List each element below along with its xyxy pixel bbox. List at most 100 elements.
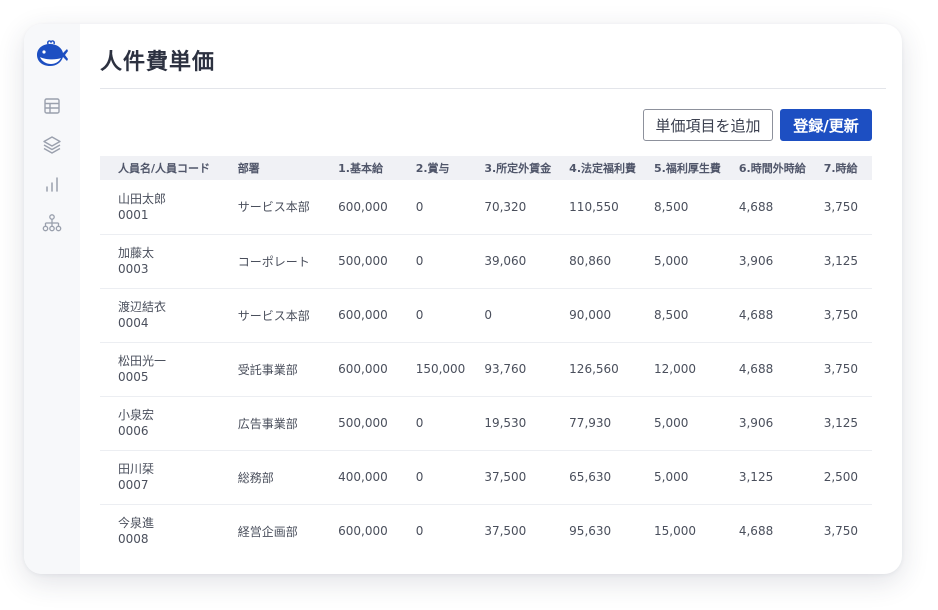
- title-divider: [100, 88, 886, 89]
- cell-bonus: 150,000: [397, 342, 467, 397]
- column-header-hourly[interactable]: 7.時給: [805, 156, 872, 180]
- cell-legal-welfare: 110,550: [551, 180, 637, 235]
- table-row[interactable]: 小泉宏 0006 広告事業部 500,000 0 19,530 77,930 5,…: [100, 396, 872, 451]
- cell-overtime-wage: 70,320: [466, 180, 552, 235]
- cell-base-salary: 600,000: [338, 524, 388, 539]
- cell-hourly: 2,500: [805, 450, 872, 505]
- register-update-button[interactable]: 登録/更新: [780, 109, 872, 141]
- labor-cost-table: 人員名/人員コード 部署 1.基本給 2.賞与 3.所定外賃金 4.法定福利費 …: [100, 156, 872, 558]
- whale-logo-icon[interactable]: [34, 40, 70, 70]
- employee-name: 松田光一: [118, 354, 167, 368]
- employee-code: 0004: [118, 316, 149, 330]
- cell-hourly: 3,750: [805, 180, 872, 235]
- main-content: 人件費単価 単価項目を追加 登録/更新 人員名/人員コード 部署 1.基本給 2…: [100, 24, 886, 574]
- column-header-welfare[interactable]: 5.福利厚生費: [636, 156, 721, 180]
- add-price-item-button[interactable]: 単価項目を追加: [643, 109, 773, 141]
- cell-overtime-wage: 39,060: [466, 234, 552, 289]
- cell-base-salary: 500,000: [320, 234, 398, 289]
- layers-icon[interactable]: [41, 134, 63, 156]
- cell-legal-welfare: 126,560: [551, 342, 637, 397]
- cell-overtime-hourly: 4,688: [720, 180, 806, 235]
- cell-bonus: 0: [397, 180, 467, 235]
- cell-bonus: 0: [397, 396, 467, 451]
- cell-welfare: 8,500: [636, 288, 721, 343]
- cell-base-salary: 500,000: [320, 396, 398, 451]
- cell-base-salary: 400,000: [320, 450, 398, 505]
- employee-name: 渡辺結衣: [118, 300, 167, 314]
- cell-overtime-hourly: 4,688: [720, 342, 806, 397]
- cell-dept: サービス本部: [219, 180, 321, 235]
- cell-overtime-hourly: 4,688: [720, 288, 806, 343]
- cell-overtime-hourly: 3,906: [720, 234, 806, 289]
- bar-chart-icon[interactable]: [41, 173, 63, 195]
- employee-code: 0001: [118, 207, 149, 222]
- sidebar: [24, 24, 80, 574]
- cell-legal-welfare: 95,630: [569, 524, 612, 539]
- column-header-dept[interactable]: 部署: [219, 156, 321, 180]
- cell-name-code: 小泉宏 0006: [100, 396, 220, 451]
- cell-legal-welfare: 65,630: [551, 450, 637, 505]
- table-row[interactable]: 山田太郎 0001 サービス本部 600,000 0 70,320 110,550…: [100, 180, 872, 235]
- cell-legal-welfare: 90,000: [551, 288, 637, 343]
- employee-name: 小泉宏: [118, 408, 155, 422]
- cell-name-code: 今泉進 0008: [100, 504, 220, 558]
- cell-dept: 広告事業部: [219, 396, 321, 451]
- table-row[interactable]: 加藤太 0003 コーポレート 500,000 0 39,060 80,860 5…: [100, 234, 872, 289]
- cell-legal-welfare: 80,860: [551, 234, 637, 289]
- employee-name: 山田太郎: [118, 191, 167, 206]
- column-header-base-salary[interactable]: 1.基本給: [320, 156, 398, 180]
- column-header-name[interactable]: 人員名/人員コード: [100, 156, 220, 180]
- column-header-overtime-wage[interactable]: 3.所定外賃金: [466, 156, 552, 180]
- cell-overtime-wage: 37,500: [466, 450, 552, 505]
- cell-name-code: 山田太郎 0001: [100, 180, 220, 235]
- cell-overtime-wage: 37,500: [484, 524, 527, 539]
- cell-bonus: 0: [397, 288, 467, 343]
- table-row[interactable]: 松田光一 0005 受託事業部 600,000 150,000 93,760 12…: [100, 342, 872, 397]
- employee-code: 0008: [118, 532, 149, 547]
- employee-name: 今泉進: [118, 516, 155, 531]
- cell-welfare: 5,000: [636, 234, 721, 289]
- org-chart-icon[interactable]: [41, 212, 63, 234]
- cell-welfare: 15,000: [654, 524, 697, 539]
- cell-name-code: 松田光一 0005: [100, 342, 220, 397]
- employee-name: 田川栞: [118, 462, 155, 476]
- column-header-legal-welfare[interactable]: 4.法定福利費: [551, 156, 637, 180]
- cell-dept: 受託事業部: [219, 342, 321, 397]
- employee-name: 加藤太: [118, 246, 155, 260]
- cell-hourly: 3,125: [805, 234, 872, 289]
- cell-bonus: 0: [415, 524, 424, 539]
- column-header-bonus[interactable]: 2.賞与: [397, 156, 467, 180]
- table-row[interactable]: 今泉進 0008 経営企画部 600,000 0 37,500 95,630 15…: [100, 504, 872, 558]
- cell-dept: コーポレート: [219, 234, 321, 289]
- cell-hourly: 3,750: [823, 524, 859, 539]
- cell-name-code: 田川栞 0007: [100, 450, 220, 505]
- employee-code: 0003: [118, 262, 149, 276]
- cell-hourly: 3,125: [805, 396, 872, 451]
- cell-hourly: 3,750: [805, 342, 872, 397]
- cell-hourly: 3,750: [805, 288, 872, 343]
- cell-base-salary: 600,000: [320, 342, 398, 397]
- cell-welfare: 5,000: [636, 396, 721, 451]
- cell-overtime-wage: 93,760: [466, 342, 552, 397]
- cell-overtime-hourly: 4,688: [738, 524, 774, 539]
- cell-name-code: 加藤太 0003: [100, 234, 220, 289]
- employee-code: 0007: [118, 478, 149, 492]
- table-row[interactable]: 渡辺結衣 0004 サービス本部 600,000 0 0 90,000 8,500…: [100, 288, 872, 343]
- cell-bonus: 0: [397, 234, 467, 289]
- cell-welfare: 12,000: [636, 342, 721, 397]
- cell-overtime-hourly: 3,125: [720, 450, 806, 505]
- cell-bonus: 0: [397, 450, 467, 505]
- page-title: 人件費単価: [100, 50, 216, 75]
- employee-code: 0006: [118, 424, 149, 438]
- table-icon[interactable]: [41, 95, 63, 117]
- cell-overtime-wage: 0: [466, 288, 552, 343]
- table-header-row: 人員名/人員コード 部署 1.基本給 2.賞与 3.所定外賃金 4.法定福利費 …: [100, 156, 872, 180]
- column-header-overtime-hourly[interactable]: 6.時間外時給: [720, 156, 806, 180]
- cell-legal-welfare: 77,930: [551, 396, 637, 451]
- cell-base-salary: 600,000: [320, 180, 398, 235]
- cell-name-code: 渡辺結衣 0004: [100, 288, 220, 343]
- table-row[interactable]: 田川栞 0007 総務部 400,000 0 37,500 65,630 5,00…: [100, 450, 872, 505]
- employee-code: 0005: [118, 370, 149, 384]
- cell-dept: サービス本部: [219, 288, 321, 343]
- cell-welfare: 5,000: [636, 450, 721, 505]
